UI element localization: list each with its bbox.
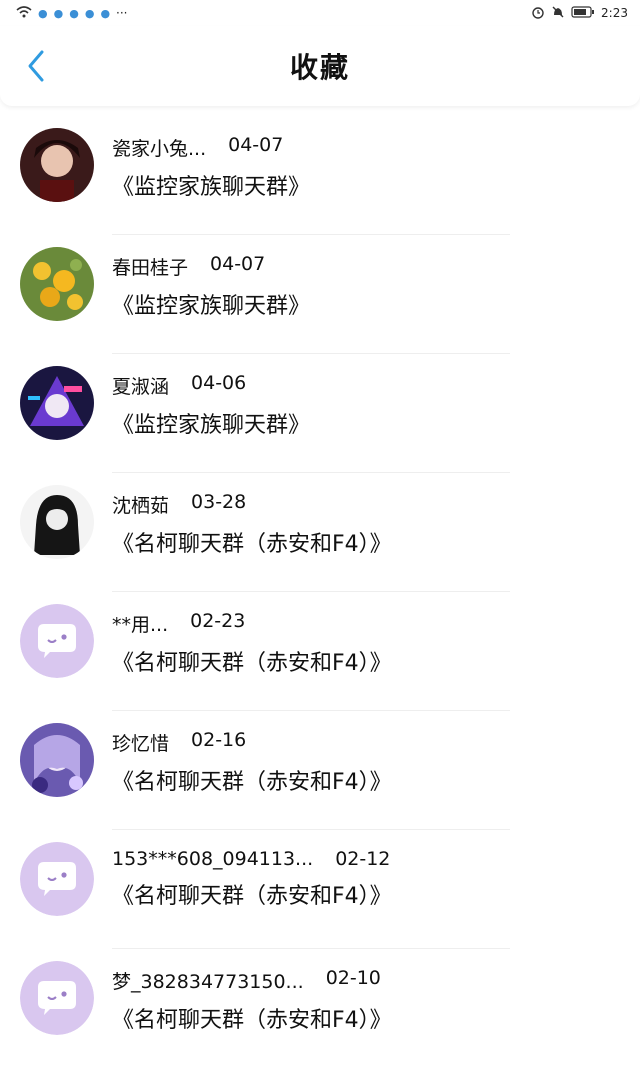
item-text: 夏淑涵 04-06 《监控家族聊天群》 [112,372,620,439]
user-name: 春田桂子 [112,257,189,279]
item-meta: 153***608_094113... 02-12 [112,848,620,870]
item-meta: 夏淑涵 04-06 [112,372,620,399]
item-meta: **用... 02-23 [112,610,620,637]
user-name: 夏淑涵 [112,376,170,398]
header-bar: 收藏 [0,26,640,106]
user-name: **用... [112,614,169,636]
back-button[interactable] [20,46,52,86]
list-item[interactable]: 沈栖茹 03-28 《名柯聊天群（赤安和F4）》 [0,473,640,592]
group-title: 《名柯聊天群（赤安和F4）》 [112,1008,392,1033]
favorites-list: 瓷家小兔... 04-07 《监控家族聊天群》 春田桂子 04-07 《监控家族聊天… [0,116,640,1068]
user-name: 沈栖茹 [112,495,170,517]
list-item[interactable]: 春田桂子 04-07 《监控家族聊天群》 [0,235,640,354]
group-title: 《名柯聊天群（赤安和F4）》 [112,884,392,909]
avatar [20,485,94,559]
item-date: 02-12 [335,848,391,870]
group-title: 《监控家族聊天群》 [112,413,311,438]
user-name: 瓷家小兔... [112,138,207,160]
notification-icon: ● [100,6,111,20]
page-title: 收藏 [289,51,350,84]
item-text: **用... 02-23 《名柯聊天群（赤安和F4）》 [112,610,620,677]
item-meta: 春田桂子 04-07 [112,253,620,280]
list-item[interactable]: 瓷家小兔... 04-07 《监控家族聊天群》 [0,116,640,235]
item-text: 沈栖茹 03-28 《名柯聊天群（赤安和F4）》 [112,491,620,558]
chevron-left-icon [28,50,44,82]
clock-text: 2:23 [601,6,628,20]
item-text: 春田桂子 04-07 《监控家族聊天群》 [112,253,620,320]
item-meta: 沈栖茹 03-28 [112,491,620,518]
item-meta: 珍忆惜 02-16 [112,729,620,756]
item-date: 04-07 [210,253,266,275]
group-title: 《名柯聊天群（赤安和F4）》 [112,770,392,795]
status-right: 2:23 [531,5,628,22]
group-title: 《名柯聊天群（赤安和F4）》 [112,532,392,557]
group-title: 《监控家族聊天群》 [112,175,311,200]
item-meta: 瓷家小兔... 04-07 [112,134,620,161]
item-text: 瓷家小兔... 04-07 《监控家族聊天群》 [112,134,620,201]
item-date: 03-28 [191,491,247,513]
status-left: ● ● ● ● ● ··· [16,5,128,21]
item-date: 02-16 [191,729,247,751]
list-item[interactable]: **用... 02-23 《名柯聊天群（赤安和F4）》 [0,592,640,711]
avatar [20,366,94,440]
group-title: 《名柯聊天群（赤安和F4）》 [112,651,392,676]
avatar [20,723,94,797]
item-date: 02-10 [325,967,381,989]
item-date: 04-06 [191,372,247,394]
notification-icon: ● [53,6,64,20]
chat-bubble-icon [20,842,94,916]
battery-icon [571,5,595,21]
more-notifications: ··· [116,6,128,20]
avatar [20,604,94,678]
user-name: 珍忆惜 [112,733,170,755]
mute-icon [551,5,565,22]
wifi-icon [16,5,32,21]
item-meta: 梦_382834773150... 02-10 [112,967,620,994]
group-title: 《监控家族聊天群》 [112,294,311,319]
list-item[interactable]: 153***608_094113... 02-12 《名柯聊天群（赤安和F4）》 [0,830,640,949]
item-date: 02-23 [190,610,246,632]
list-item[interactable]: 珍忆惜 02-16 《名柯聊天群（赤安和F4）》 [0,711,640,830]
item-text: 珍忆惜 02-16 《名柯聊天群（赤安和F4）》 [112,729,620,796]
item-text: 153***608_094113... 02-12 《名柯聊天群（赤安和F4）》 [112,848,620,910]
notification-icon: ● [69,6,79,20]
avatar [20,842,94,916]
list-item[interactable]: 梦_382834773150... 02-10 《名柯聊天群（赤安和F4）》 [0,949,640,1068]
user-name: 梦_382834773150... [112,971,304,993]
notification-icon: ● [38,6,48,20]
notification-icon: ● [84,6,95,20]
chat-bubble-icon [20,604,94,678]
status-bar: ● ● ● ● ● ··· 2:23 [0,0,640,26]
alarm-icon [531,5,545,22]
list-item[interactable]: 夏淑涵 04-06 《监控家族聊天群》 [0,354,640,473]
avatar [20,128,94,202]
item-date: 04-07 [228,134,284,156]
user-name: 153***608_094113... [112,848,314,870]
avatar [20,247,94,321]
